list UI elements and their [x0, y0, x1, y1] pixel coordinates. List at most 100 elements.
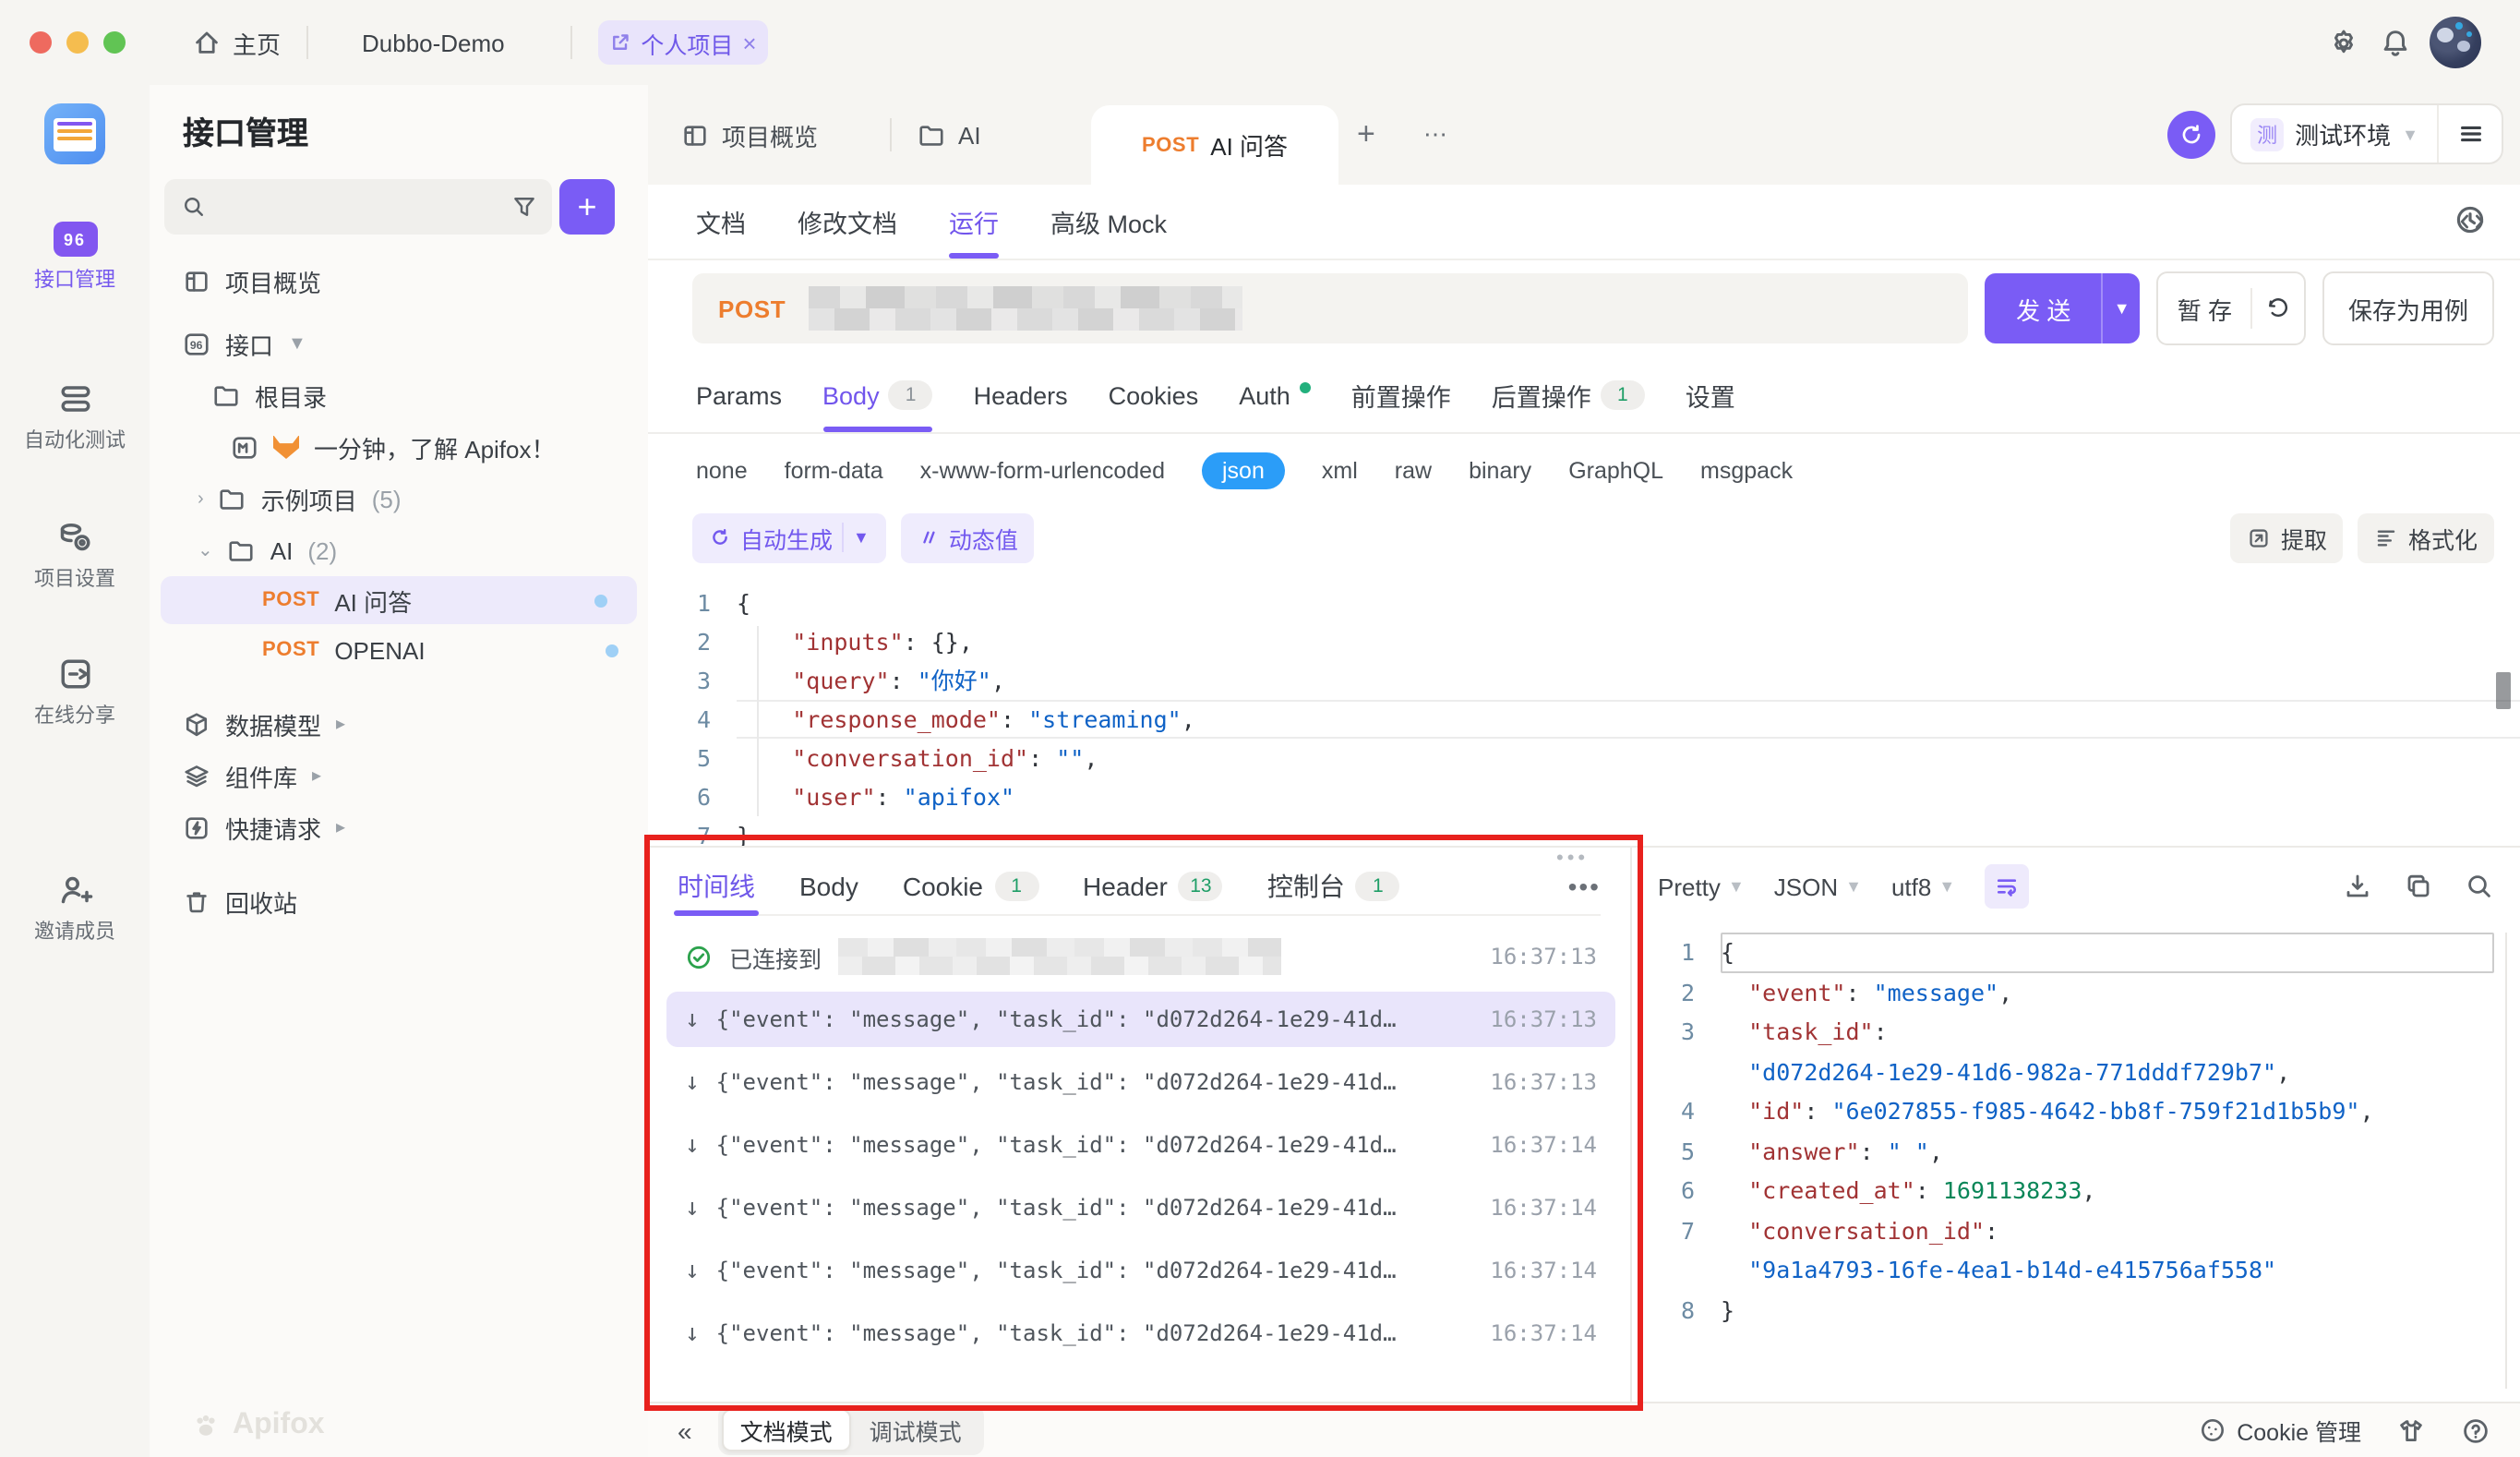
rail-item-invite-members[interactable]: 邀请成员 [0, 872, 150, 945]
maximize-window-button[interactable] [103, 31, 126, 54]
body-type-json-selected[interactable]: json [1202, 452, 1285, 489]
body-type-none[interactable]: none [696, 458, 748, 484]
code-line[interactable]: 3 "query": "你好", [648, 661, 2520, 700]
code-line[interactable]: 7 "conversation_id": [1632, 1210, 2494, 1250]
env-menu-button[interactable] [2437, 105, 2502, 163]
timeline-row[interactable]: ↓{"event": "message", "task_id": "d072d2… [666, 1180, 1615, 1235]
tab-resp-cookie[interactable]: Cookie 1 [903, 859, 1038, 914]
chevron-down-icon[interactable]: ⌄ [198, 540, 213, 560]
tab-headers[interactable]: Headers [974, 358, 1068, 432]
avatar[interactable] [2430, 17, 2481, 68]
body-type-binary[interactable]: binary [1469, 458, 1531, 484]
close-tab-icon[interactable]: × [742, 29, 756, 56]
rail-item-project-settings[interactable]: 项目设置 [0, 519, 150, 593]
tab-pre-processors[interactable]: 前置操作 [1351, 358, 1451, 432]
tree-item-quick-request[interactable]: 快捷请求 ▸ [150, 801, 648, 853]
tab-settings[interactable]: 设置 [1686, 358, 1735, 432]
body-type-urlencoded[interactable]: x-www-form-urlencoded [920, 458, 1165, 484]
body-type-graphql[interactable]: GraphQL [1568, 458, 1663, 484]
chevron-right-icon[interactable]: ▸ [336, 817, 345, 837]
caret-down-icon[interactable]: ▼ [288, 333, 306, 354]
doc-mode-button[interactable]: 文档模式 [722, 1409, 851, 1451]
filter-button[interactable] [497, 179, 552, 235]
timeline-row[interactable]: 已连接到16:37:13 [666, 929, 1615, 984]
chevron-right-icon[interactable]: ▸ [312, 765, 321, 786]
code-line[interactable]: 6 "user": "apifox" [648, 777, 2520, 816]
tree-item-root-folder[interactable]: 根目录 [150, 369, 648, 421]
copy-icon[interactable] [2404, 872, 2433, 901]
tab-body[interactable]: Body 1 [822, 358, 933, 432]
timeline-row[interactable]: ↓{"event": "message", "task_id": "d072d2… [666, 1054, 1615, 1110]
code-line[interactable]: 1{ [1632, 933, 2494, 972]
chevron-down-icon[interactable]: ▼ [853, 528, 870, 547]
code-line[interactable]: 8} [1632, 1290, 2494, 1330]
code-line[interactable]: 5 "answer": " ", [1632, 1131, 2494, 1171]
tree-item-component-lib[interactable]: 组件库 ▸ [150, 750, 648, 801]
more-response-tabs-button[interactable]: ••• [1568, 872, 1601, 901]
search-input[interactable] [164, 179, 519, 235]
add-button[interactable]: + [559, 179, 615, 235]
charset-select[interactable]: utf8▼ [1891, 873, 1955, 900]
code-view-button[interactable] [2457, 207, 2487, 236]
timeline-row[interactable]: ↓{"event": "message", "task_id": "d072d2… [666, 1243, 1615, 1298]
code-line[interactable]: "9a1a4793-16fe-4ea1-b14d-e415756af558" [1632, 1250, 2494, 1290]
body-type-xml[interactable]: xml [1322, 458, 1358, 484]
app-logo[interactable] [44, 103, 105, 164]
tab-doc[interactable]: 文档 [696, 185, 746, 259]
tab-edit-doc[interactable]: 修改文档 [798, 185, 897, 259]
close-window-button[interactable] [30, 31, 52, 54]
tab-params[interactable]: Params [696, 358, 782, 432]
timeline-row[interactable]: ↓{"event": "message", "task_id": "d072d2… [666, 1306, 1615, 1361]
code-line[interactable]: 1{ [648, 584, 2520, 622]
timeline-row[interactable]: ↓{"event": "message", "task_id": "d072d2… [666, 992, 1615, 1047]
tree-item-data-model[interactable]: 数据模型 ▸ [150, 698, 648, 750]
download-icon[interactable] [2343, 872, 2372, 901]
code-line[interactable]: 4 "id": "6e027855-f985-4642-bb8f-759f21d… [1632, 1091, 2494, 1131]
code-line[interactable]: 2 "inputs": {}, [648, 622, 2520, 661]
debug-mode-button[interactable]: 调试模式 [851, 1409, 980, 1451]
rail-item-online-share[interactable]: 在线分享 [0, 656, 150, 729]
stash-button[interactable]: 暂 存 [2159, 291, 2250, 326]
body-type-raw[interactable]: raw [1395, 458, 1432, 484]
splitter-handle[interactable]: ••• [1556, 848, 1589, 870]
tree-item-markdown-doc[interactable]: 一分钟，了解 Apifox！ [150, 421, 648, 473]
code-line[interactable]: 6 "created_at": 1691138233, [1632, 1171, 2494, 1210]
word-wrap-button[interactable] [1985, 864, 2029, 909]
rail-item-api-management[interactable]: 96 接口管理 [0, 222, 150, 294]
send-button[interactable]: 发 送 ▼ [1986, 273, 2141, 343]
code-line[interactable]: "d072d264-1e29-41d6-982a-771dddf729b7", [1632, 1052, 2494, 1091]
format-button[interactable]: 格式化 [2358, 512, 2494, 562]
more-tabs-button[interactable]: ⋯ [1423, 85, 1447, 185]
body-type-msgpack[interactable]: msgpack [1700, 458, 1793, 484]
tab-timeline[interactable]: 时间线 [678, 859, 755, 914]
tree-item-example-project[interactable]: › 示例项目 (5) [150, 473, 648, 524]
code-line[interactable]: 3 "task_id": [1632, 1012, 2494, 1052]
notifications-button[interactable] [2380, 0, 2411, 85]
minimize-window-button[interactable] [66, 31, 89, 54]
theme-shirt-icon[interactable] [2396, 1415, 2426, 1445]
tree-item-project-overview[interactable]: 项目概览 [150, 255, 648, 307]
tab-ai-folder[interactable]: AI [918, 85, 981, 185]
pretty-select[interactable]: Pretty▼ [1658, 873, 1745, 900]
scrollbar-marker[interactable] [2496, 672, 2511, 709]
tab-personal-project[interactable]: 个人项目 × [598, 20, 768, 65]
tab-advanced-mock[interactable]: 高级 Mock [1050, 185, 1167, 259]
code-line[interactable]: 5 "conversation_id": "", [648, 739, 2520, 777]
collapse-sidebar-button[interactable]: « [678, 1415, 692, 1445]
undo-button[interactable] [2252, 295, 2304, 321]
search-icon[interactable] [2465, 872, 2494, 901]
language-select[interactable]: JSON▼ [1774, 873, 1862, 900]
sync-button[interactable] [2167, 110, 2215, 158]
scrollbar-track[interactable] [2505, 933, 2507, 1389]
tree-item-api-group[interactable]: 96 接口 ▼ [150, 318, 648, 369]
tab-resp-header[interactable]: Header 13 [1083, 859, 1223, 914]
extract-button[interactable]: 提取 [2231, 512, 2344, 562]
settings-button[interactable] [2328, 0, 2359, 85]
url-input[interactable]: POST [692, 273, 1969, 343]
home-button[interactable]: 主页 [192, 0, 281, 85]
tab-post-ai-qa-active[interactable]: POST AI 问答 [1091, 105, 1338, 185]
tree-item-ai-folder[interactable]: ⌄ AI (2) [150, 524, 648, 576]
tab-console[interactable]: 控制台 1 [1267, 859, 1400, 914]
chevron-right-icon[interactable]: › [198, 488, 204, 509]
save-as-case-button[interactable]: 保存为用例 [2322, 271, 2494, 345]
